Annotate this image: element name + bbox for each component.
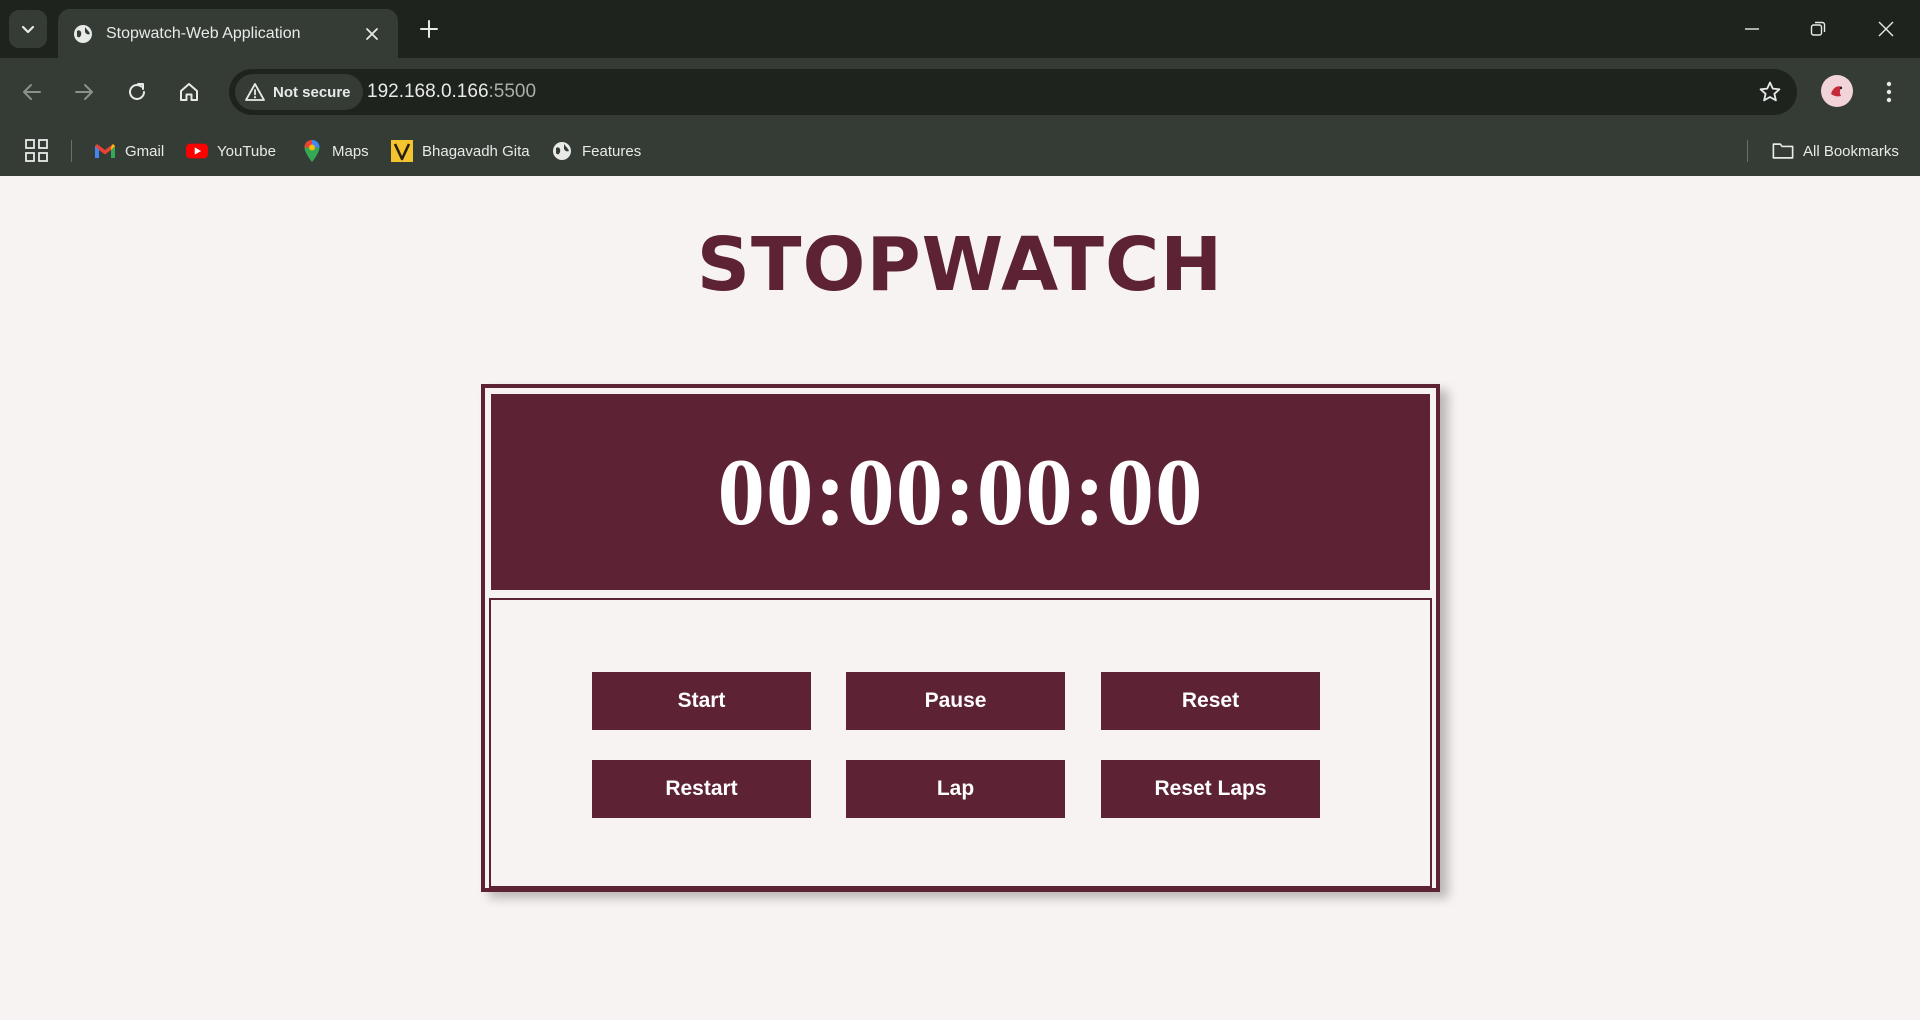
close-tab-icon[interactable] [360,22,384,46]
stopwatch-container: 00:00:00:00 Start Pause Reset Restart La… [481,384,1440,892]
bookmark-gmail[interactable]: Gmail [94,136,164,166]
bookmarks-divider [1747,140,1748,162]
reload-icon [129,83,145,100]
all-bookmarks-label: All Bookmarks [1803,142,1899,160]
security-chip[interactable]: Not secure [235,74,363,110]
time-display: 00:00:00:00 [491,394,1430,590]
bookmark-label: Features [582,142,642,160]
avatar-icon [1831,86,1843,97]
home-icon [180,83,198,101]
apps-grid-icon[interactable] [24,138,50,164]
bookmark-label: YouTube [217,142,276,160]
more-vertical-icon [1886,81,1892,103]
bookmark-label: Gmail [125,142,165,160]
security-label: Not secure [273,83,351,101]
browser-menu-button[interactable] [1874,75,1904,109]
browser-toolbar: Not secure 192.168.0.166:5500 [0,58,1920,126]
back-button[interactable] [15,75,49,109]
restore-button[interactable] [1795,10,1841,48]
bookmarks-divider [71,140,72,162]
all-bookmarks-button[interactable]: All Bookmarks [1772,136,1899,166]
star-icon [1759,81,1781,102]
plus-icon [420,20,438,38]
restore-icon [1810,21,1826,36]
minimize-button[interactable] [1729,10,1775,48]
maps-icon [301,140,323,162]
warning-icon [245,83,265,101]
arrow-left-icon [23,84,41,100]
url-text[interactable]: 192.168.0.166:5500 [367,81,536,103]
reset-button[interactable]: Reset [1101,672,1320,730]
tab-search-button[interactable] [9,10,47,48]
close-window-button[interactable] [1863,10,1909,48]
home-button[interactable] [172,75,206,109]
controls-panel: Start Pause Reset Restart Lap Reset Laps [489,598,1432,888]
chevron-down-icon [21,25,35,34]
forward-button[interactable] [67,75,101,109]
reload-button[interactable] [120,75,154,109]
url-port: :5500 [488,81,537,102]
tab-strip: Stopwatch-Web Application [0,0,1920,58]
bookmark-bhagavadh-gita[interactable]: Bhagavadh Gita [391,136,530,166]
restart-button[interactable]: Restart [592,760,811,818]
tab-title: Stopwatch-Web Application [106,24,301,42]
address-bar[interactable]: Not secure 192.168.0.166:5500 [229,69,1797,115]
globe-icon [72,23,94,45]
v-logo-icon [391,140,413,162]
folder-icon [1772,140,1794,162]
bookmark-youtube[interactable]: YouTube [186,136,276,166]
lap-button[interactable]: Lap [846,760,1065,818]
bookmark-features[interactable]: Features [551,136,641,166]
active-tab[interactable]: Stopwatch-Web Application [58,9,398,58]
bookmark-maps[interactable]: Maps [301,136,369,166]
reset-laps-button[interactable]: Reset Laps [1101,760,1320,818]
globe-icon [551,140,573,162]
minimize-icon [1745,28,1759,30]
pause-button[interactable]: Pause [846,672,1065,730]
bookmark-star-button[interactable] [1757,79,1783,105]
bookmarks-bar: Gmail YouTube Maps Bhagavadh Gita Featur… [0,126,1920,176]
bookmark-label: Maps [332,142,369,160]
bookmark-label: Bhagavadh Gita [422,142,530,160]
new-tab-button[interactable] [414,14,444,44]
youtube-icon [186,140,208,162]
close-icon [1878,21,1894,37]
start-button[interactable]: Start [592,672,811,730]
gmail-icon [94,140,116,162]
time-readout: 00:00:00:00 [717,439,1204,545]
profile-avatar[interactable] [1821,75,1853,107]
page-title: STOPWATCH [696,222,1224,308]
url-host: 192.168.0.166 [367,81,489,102]
arrow-right-icon [75,84,93,100]
